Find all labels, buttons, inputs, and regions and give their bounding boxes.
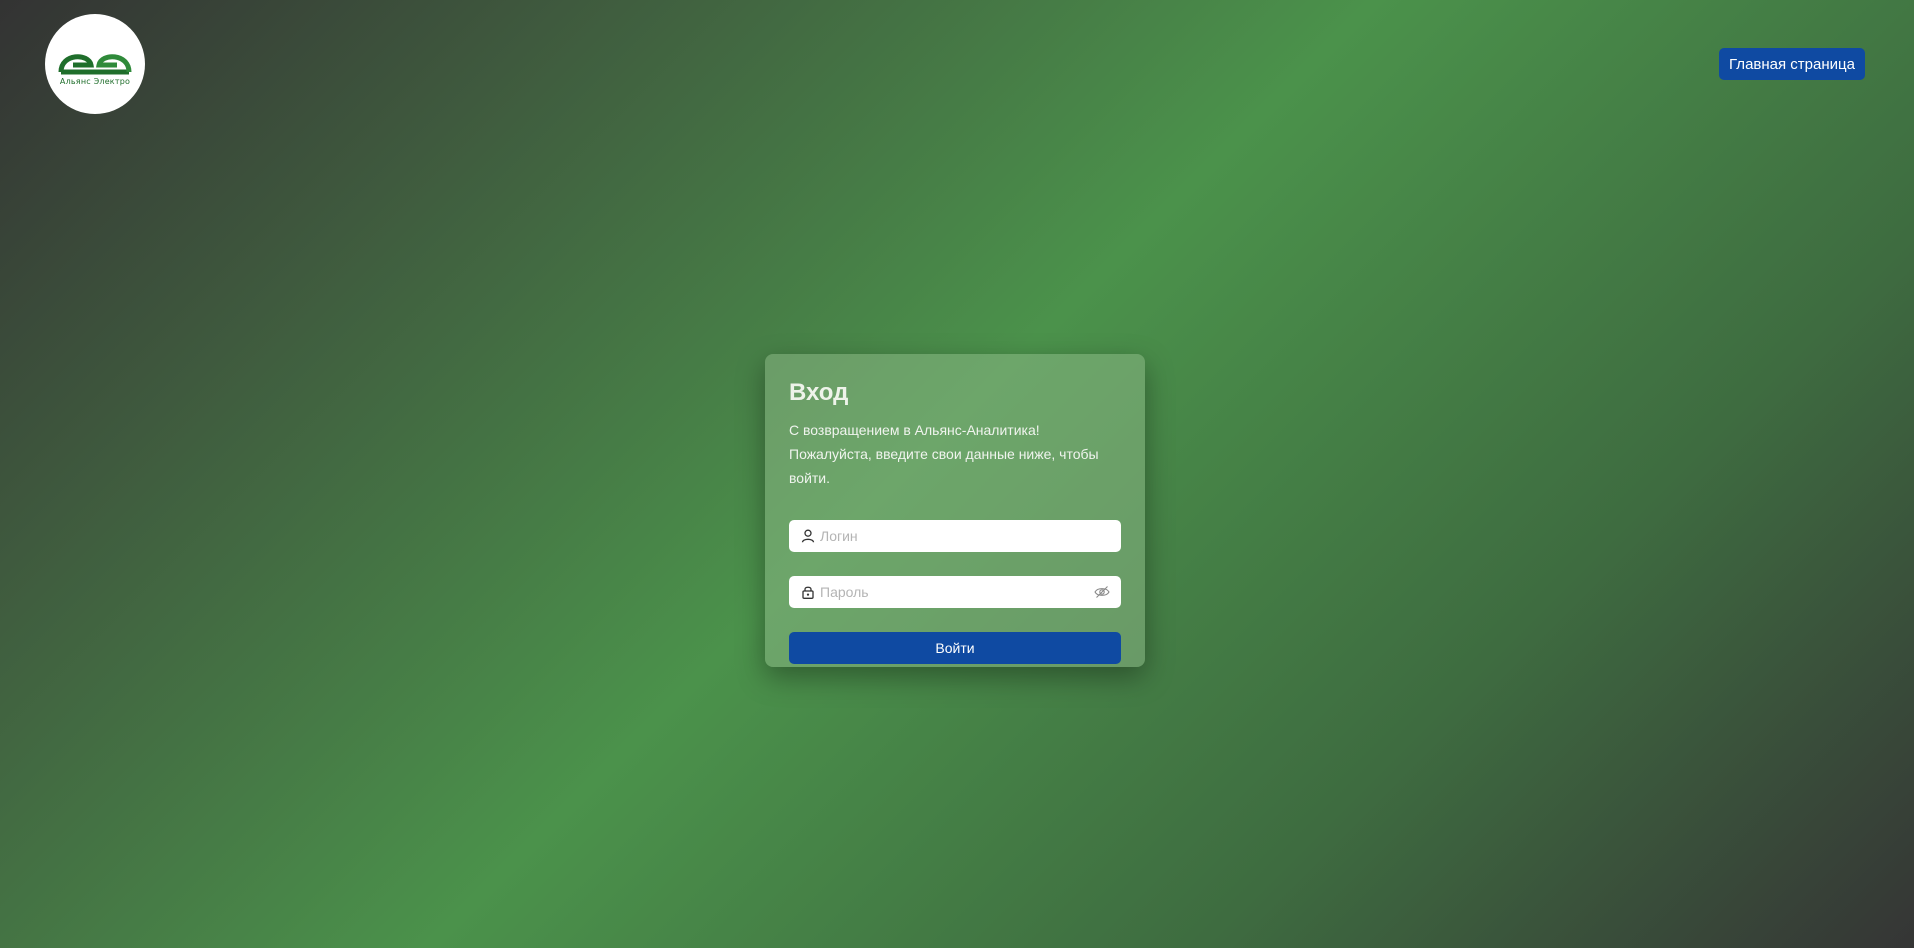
login-field[interactable] bbox=[789, 520, 1121, 552]
logo-mark-icon bbox=[58, 53, 132, 74]
login-card: Вход С возвращением в Альянс-Аналитика! … bbox=[765, 354, 1145, 667]
password-field[interactable] bbox=[789, 576, 1121, 608]
login-input[interactable] bbox=[820, 522, 1080, 550]
user-icon bbox=[801, 529, 815, 543]
login-submit-button[interactable]: Войти bbox=[789, 632, 1121, 664]
login-page: Альянс Электро Главная страница Вход С в… bbox=[0, 0, 1914, 948]
logo-text: Альянс Электро bbox=[59, 76, 131, 86]
lock-icon bbox=[801, 585, 815, 599]
password-input[interactable] bbox=[820, 578, 1080, 606]
eye-off-icon[interactable] bbox=[1094, 585, 1110, 599]
login-title: Вход bbox=[789, 379, 849, 406]
home-page-button[interactable]: Главная страница bbox=[1719, 48, 1865, 80]
company-logo[interactable]: Альянс Электро bbox=[45, 14, 145, 114]
login-description: С возвращением в Альянс-Аналитика! Пожал… bbox=[789, 422, 1099, 486]
